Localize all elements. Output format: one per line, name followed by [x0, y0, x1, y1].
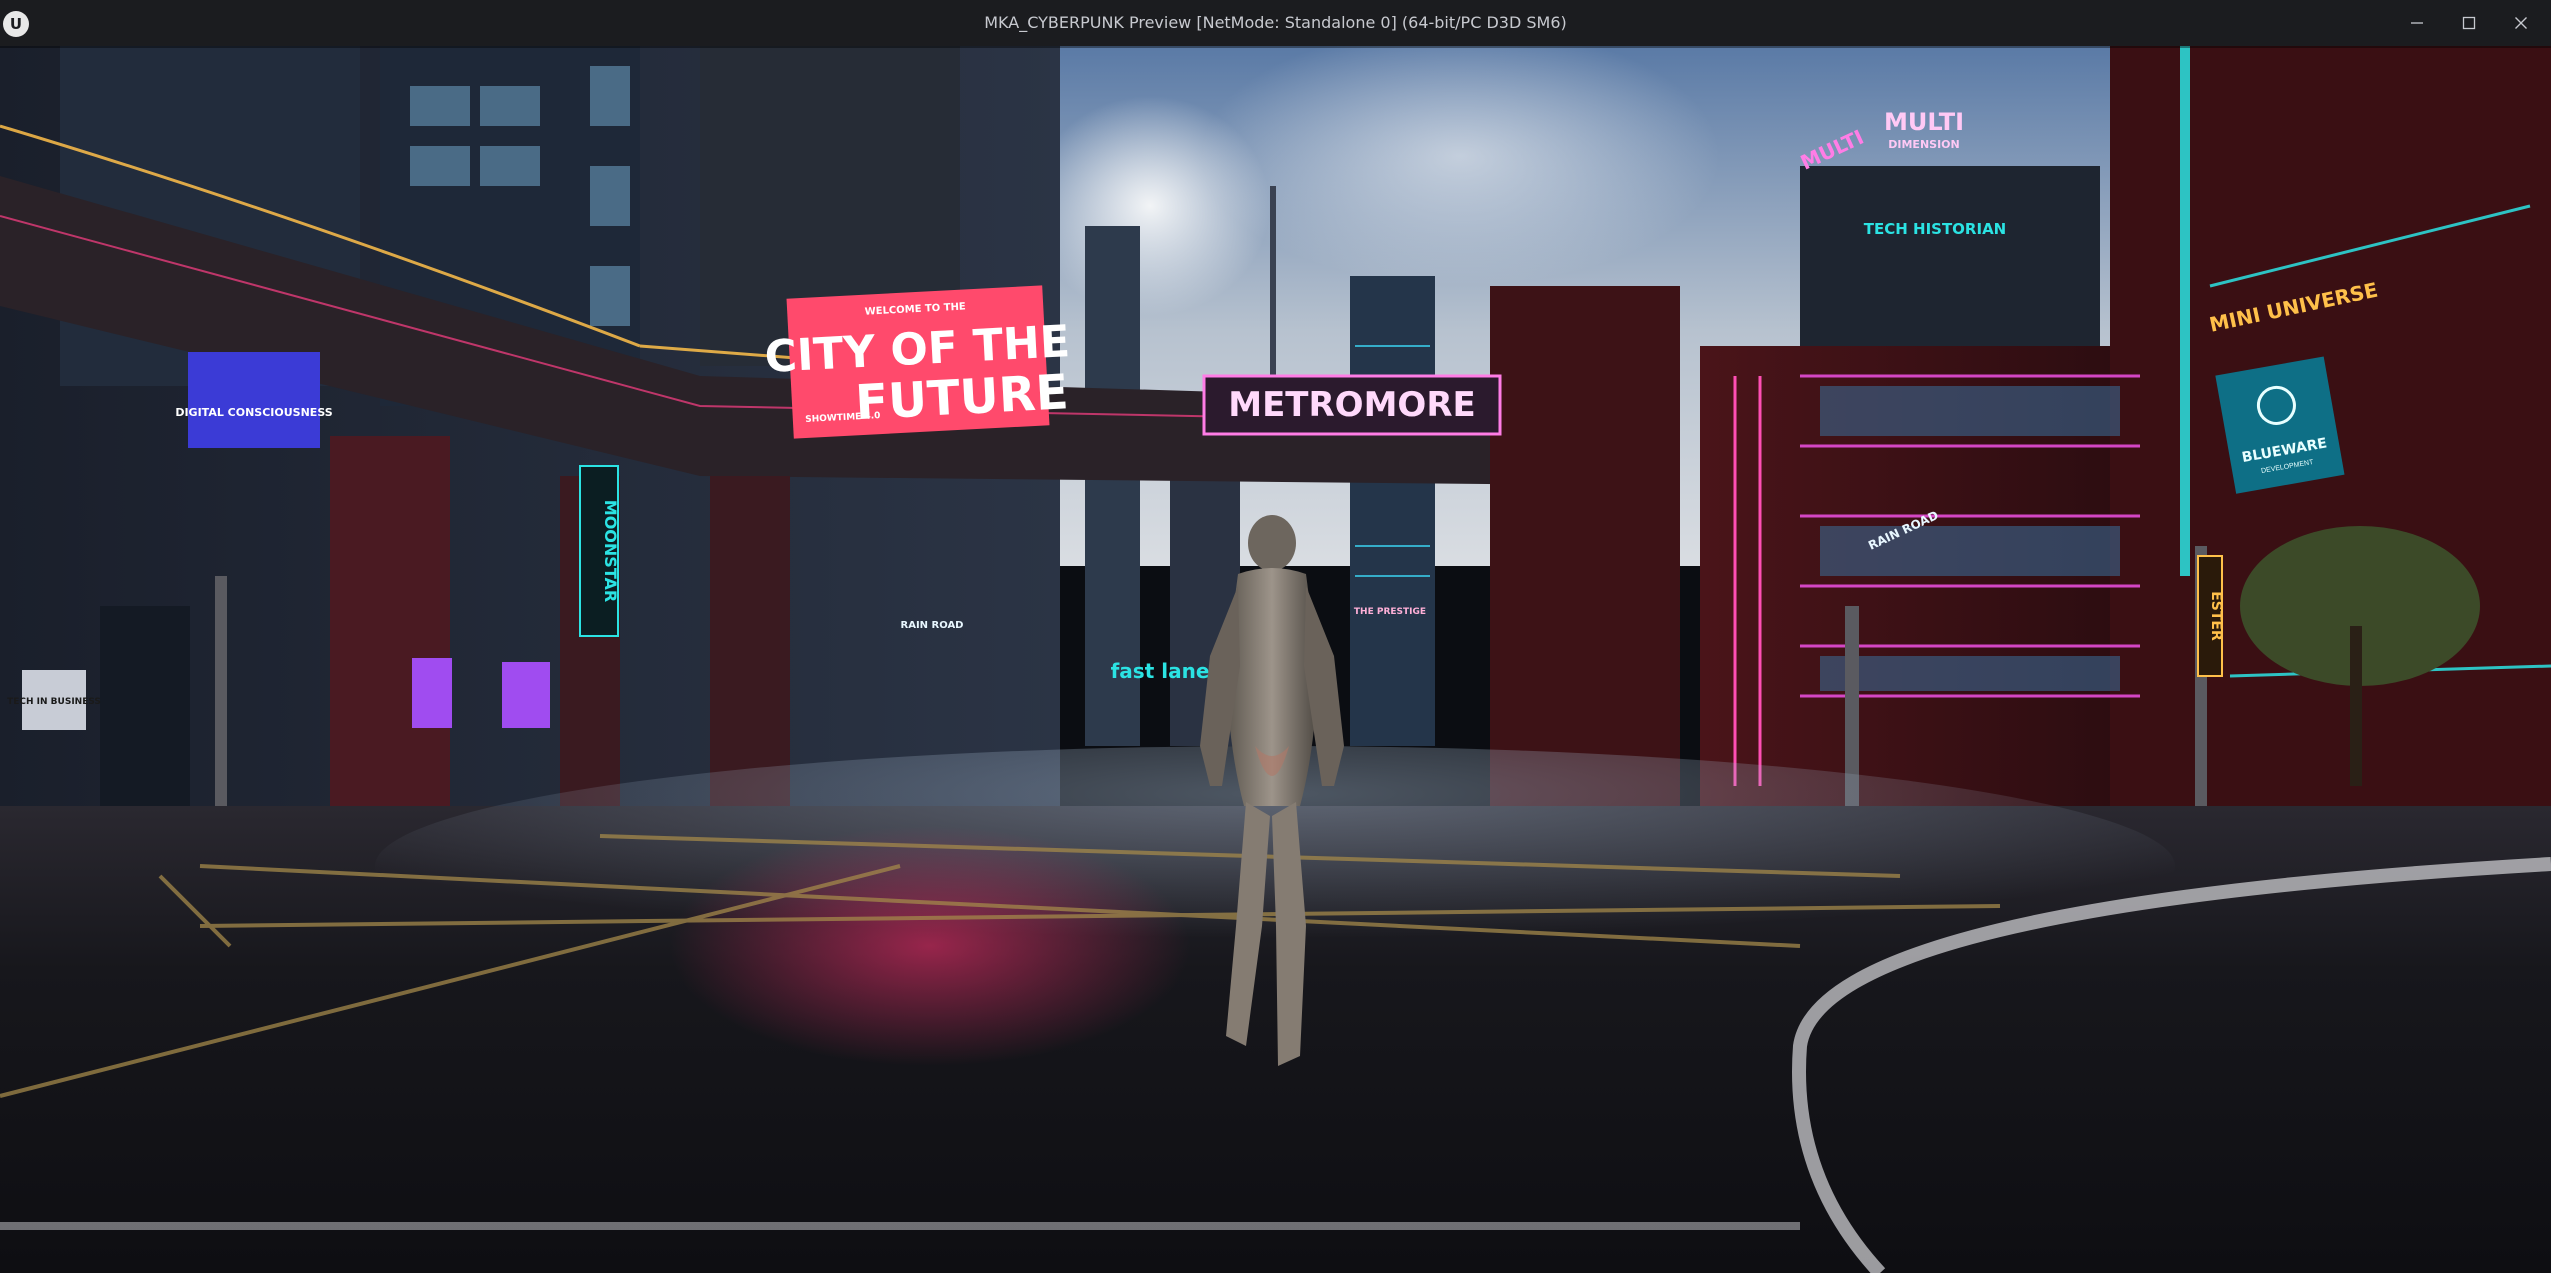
close-icon [2515, 17, 2527, 29]
maximize-button[interactable] [2443, 0, 2495, 46]
neon-reflection [670, 826, 1190, 1066]
city-of-future-billboard: WELCOME TO THE CITY OF THE FUTURE SHOWTI… [763, 285, 1071, 439]
digital-consciousness-screen: DIGITAL CONSCIOUSNESS [175, 352, 333, 448]
viewport-top-edge [0, 46, 2551, 48]
multi-top-text: MULTI [1884, 108, 1964, 136]
vertical-sign-left-text: MOONSTAR [601, 500, 620, 602]
billboard-line2: FUTURE [854, 364, 1070, 431]
vertical-sign-left: MOONSTAR [579, 465, 620, 637]
cyberpunk-scene: WELCOME TO THE CITY OF THE FUTURE SHOWTI… [0, 46, 2551, 1273]
close-button[interactable] [2495, 0, 2547, 46]
game-viewport[interactable]: WELCOME TO THE CITY OF THE FUTURE SHOWTI… [0, 46, 2551, 1273]
title-bar[interactable]: U MKA_CYBERPUNK Preview [NetMode: Standa… [0, 0, 2551, 46]
fastlane-text: fast lane [1111, 659, 1210, 683]
game-window: U MKA_CYBERPUNK Preview [NetMode: Standa… [0, 0, 2551, 1273]
metromore-text: METROMORE [1228, 385, 1475, 425]
metromore-sign: METROMORE [1202, 374, 1502, 436]
tech-sign-text: TECH IN BUSINESS [7, 697, 101, 707]
rain-road-text: RAIN ROAD [901, 620, 964, 631]
maximize-icon [2462, 16, 2476, 30]
window-title: MKA_CYBERPUNK Preview [NetMode: Standalo… [984, 13, 1567, 32]
tech-historian-text: TECH HISTORIAN [1864, 220, 2006, 238]
minimize-button[interactable] [2391, 0, 2443, 46]
prestige-text: THE PRESTIGE [1354, 607, 1426, 617]
multi-bottom-text: DIMENSION [1888, 138, 1959, 151]
digital-sign-text: DIGITAL CONSCIOUSNESS [175, 406, 332, 419]
vertical-sign-right-text: ESTER [2208, 591, 2224, 641]
minimize-icon [2411, 22, 2423, 24]
vertical-sign-right: ESTER [2197, 555, 2224, 677]
blueware-sign: BLUEWARE DEVELOPMENT [2215, 356, 2345, 494]
